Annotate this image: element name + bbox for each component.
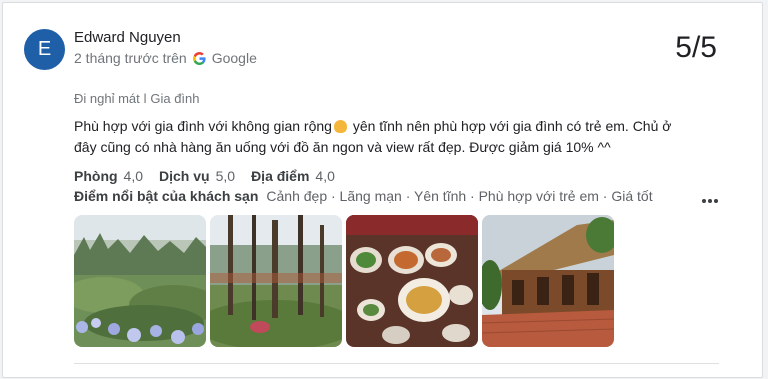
- rating-value: 4,0: [315, 168, 335, 184]
- review-time: 2 tháng trước trên: [74, 50, 187, 66]
- review-source: Google: [211, 50, 257, 66]
- review-score: 5/5: [675, 31, 717, 64]
- dot: [702, 199, 706, 203]
- review-text: Phù hợp với gia đình với không gian rộng…: [74, 116, 684, 158]
- rating-service: Dịch vụ 5,0: [159, 168, 235, 184]
- review-photo-3[interactable]: [346, 215, 478, 347]
- trip-type: Đi nghỉ mát ǀ Gia đình: [74, 91, 200, 106]
- pine-forest-photo-icon: [210, 215, 342, 347]
- wooden-building-photo-icon: [482, 215, 614, 347]
- review-meta: 2 tháng trước trên Google: [74, 50, 257, 66]
- rating-label: Dịch vụ: [159, 168, 210, 184]
- rating-label: Phòng: [74, 168, 118, 184]
- garden-hydrangea-photo-icon: [74, 215, 206, 347]
- food-table-photo-icon: [346, 215, 478, 347]
- dot: [708, 199, 712, 203]
- review-photo-4[interactable]: [482, 215, 614, 347]
- dot: [714, 199, 718, 203]
- rating-room: Phòng 4,0: [74, 168, 143, 184]
- review-photo-1[interactable]: [74, 215, 206, 347]
- rating-value: 5,0: [215, 168, 236, 184]
- avatar[interactable]: E: [24, 29, 65, 70]
- reviewer-name[interactable]: Edward Nguyen: [74, 29, 181, 46]
- rating-label: Địa điểm: [251, 168, 310, 184]
- highlights-label: Điểm nổi bật của khách sạn: [74, 188, 259, 204]
- rating-value: 4,0: [123, 168, 144, 184]
- review-card: E Edward Nguyen 2 tháng trước trên Googl…: [2, 2, 763, 378]
- review-text-part1: Phù hợp với gia đình với không gian rộng: [74, 118, 332, 134]
- divider: [74, 363, 719, 364]
- ok-hand-emoji-icon: [333, 120, 347, 133]
- google-icon: [192, 51, 206, 65]
- rating-location: Địa điểm 4,0: [251, 168, 335, 184]
- more-options-button[interactable]: [699, 193, 721, 209]
- review-photo-2[interactable]: [210, 215, 342, 347]
- highlights-value: Cảnh đẹp · Lãng mạn · Yên tĩnh · Phù hợp…: [266, 188, 653, 204]
- review-photos: [74, 215, 614, 347]
- sub-ratings: Phòng 4,0 Dịch vụ 5,0 Địa điểm 4,0: [74, 168, 335, 184]
- hotel-highlights: Điểm nổi bật của khách sạn Cảnh đẹp · Lãn…: [74, 188, 653, 204]
